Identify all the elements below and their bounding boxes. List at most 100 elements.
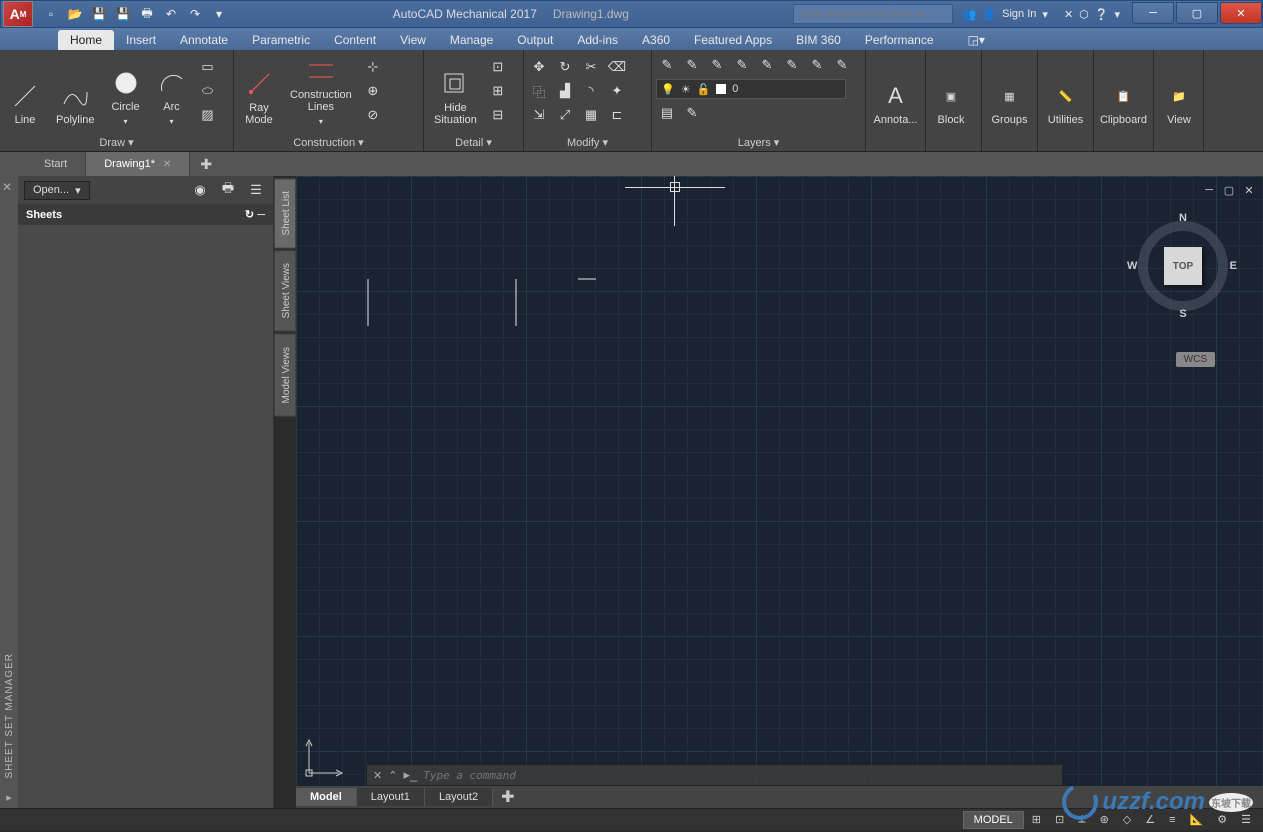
utilities-button[interactable]: 📏Utilities [1042,54,1089,130]
tab-featured[interactable]: Featured Apps [682,30,784,50]
circle-button[interactable]: Circle▾ [105,54,147,130]
sheet-open-dropdown[interactable]: Open...▾ [24,181,90,200]
hidesituation-button[interactable]: Hide Situation [428,54,483,130]
groups-button[interactable]: ▦Groups [986,54,1033,130]
doc-tab-add-button[interactable]: ✚ [190,152,222,177]
layer-tool2-icon[interactable]: ✎ [681,54,703,76]
search-input[interactable] [793,4,953,24]
canvas-close-icon[interactable]: ✕ [1241,182,1257,198]
viewcube-west[interactable]: W [1127,260,1137,272]
view-cube[interactable]: N S E W TOP [1133,216,1233,316]
layout-tab-model[interactable]: Model [296,788,357,806]
fillet-icon[interactable]: ◝ [580,80,602,102]
const-tool3-icon[interactable]: ⊘ [362,104,384,126]
clipboard-button[interactable]: 📋Clipboard [1098,54,1149,130]
trim-icon[interactable]: ✂ [580,56,602,78]
qat-new-icon[interactable]: ▫ [41,4,61,24]
layer-tool6-icon[interactable]: ✎ [781,54,803,76]
tab-bim360[interactable]: BIM 360 [784,30,853,50]
polyline-button[interactable]: Polyline [50,54,101,130]
offset-icon[interactable]: ⊏ [606,104,628,126]
share-icon[interactable]: ⬡ [1079,8,1089,21]
hatch-icon[interactable]: ▨ [197,104,219,126]
rotate-icon[interactable]: ↻ [554,56,576,78]
canvas-max-icon[interactable]: ▢ [1221,182,1237,198]
copy-icon[interactable]: ⿻ [528,80,550,102]
sheets-section-header[interactable]: Sheets ↻ ─ [18,204,273,225]
tab-output[interactable]: Output [505,30,565,50]
detail-tool2-icon[interactable]: ⊞ [487,80,509,102]
layer-tool5-icon[interactable]: ✎ [756,54,778,76]
rectangle-icon[interactable]: ▭ [197,56,219,78]
array-icon[interactable]: ▦ [580,104,602,126]
cmdline-close-icon[interactable]: ✕ [373,769,382,782]
side-tab-sheetlist[interactable]: Sheet List [274,178,296,248]
panel-layers-title[interactable]: Layers ▾ [656,134,861,151]
cmdline-recent-icon[interactable]: ⌃ [388,769,397,782]
status-grid-icon[interactable]: ⊞ [1026,811,1047,828]
qat-open-icon[interactable]: 📂 [65,4,85,24]
help-dropdown-icon[interactable]: ▾ [1114,8,1120,21]
const-tool2-icon[interactable]: ⊕ [362,80,384,102]
layer-prop-icon[interactable]: ▤ [656,102,678,124]
panel-draw-title[interactable]: Draw ▾ [4,134,229,151]
refresh-icon[interactable]: ↻ [245,209,254,221]
layer-tool8-icon[interactable]: ✎ [831,54,853,76]
drawing-canvas[interactable]: ─ ▢ ✕ N S E W TOP WCS ✕ ⌃ ▸_ Model Layou… [296,176,1263,808]
sheet-new-icon[interactable]: ◉ [189,179,211,201]
collapse-icon[interactable]: ─ [257,209,265,221]
infocenter-icon[interactable]: 👥 [963,8,977,21]
signin-dropdown-icon[interactable]: ▾ [1042,8,1048,21]
close-button[interactable]: ✕ [1220,2,1262,24]
panel-detail-title[interactable]: Detail ▾ [428,134,519,151]
maximize-button[interactable]: ▢ [1176,2,1218,24]
layer-tool1-icon[interactable]: ✎ [656,54,678,76]
scale-icon[interactable]: ⤢ [554,104,576,126]
layout-tab-layout2[interactable]: Layout2 [425,788,493,806]
annotation-button[interactable]: AAnnota... [870,54,921,130]
mirror-icon[interactable]: ▟ [554,80,576,102]
tab-parametric[interactable]: Parametric [240,30,322,50]
view-button[interactable]: 📁View [1158,54,1200,130]
detail-tool1-icon[interactable]: ⊡ [487,56,509,78]
tab-manage[interactable]: Manage [438,30,505,50]
status-model-button[interactable]: MODEL [963,811,1024,829]
help-icon[interactable]: ❔ [1095,8,1109,21]
move-icon[interactable]: ✥ [528,56,550,78]
tab-view[interactable]: View [388,30,438,50]
qat-saveas-icon[interactable]: 💾 [113,4,133,24]
doc-tab-drawing1[interactable]: Drawing1*✕ [86,152,190,176]
tab-addins[interactable]: Add-ins [565,30,630,50]
raymode-button[interactable]: Ray Mode [238,54,280,130]
detail-tool3-icon[interactable]: ⊟ [487,104,509,126]
viewcube-south[interactable]: S [1179,308,1186,320]
constlines-button[interactable]: Construction Lines▾ [284,54,358,130]
tab-a360[interactable]: A360 [630,30,682,50]
panel-modify-title[interactable]: Modify ▾ [528,134,647,151]
side-tab-sheetviews[interactable]: Sheet Views [274,250,296,331]
side-tab-modelviews[interactable]: Model Views [274,334,296,417]
panel-construction-title[interactable]: Construction ▾ [238,134,419,151]
viewcube-north[interactable]: N [1179,212,1187,224]
tab-home[interactable]: Home [58,30,114,50]
erase-icon[interactable]: ⌫ [606,56,628,78]
tab-annotate[interactable]: Annotate [168,30,240,50]
tab-insert[interactable]: Insert [114,30,168,50]
command-input[interactable] [423,769,1056,782]
qat-undo-icon[interactable]: ↶ [161,4,181,24]
wcs-badge[interactable]: WCS [1176,352,1215,367]
layout-tab-add[interactable]: ✚ [493,784,522,808]
explode-icon[interactable]: ✦ [606,80,628,102]
qat-dropdown-icon[interactable]: ▾ [209,4,229,24]
minimize-button[interactable]: ─ [1132,2,1174,24]
panel-close-icon[interactable]: ✕ [2,180,12,194]
qat-print-icon[interactable]: 🖶 [137,4,157,24]
layer-tool3-icon[interactable]: ✎ [706,54,728,76]
line-button[interactable]: Line [4,54,46,130]
layer-tool7-icon[interactable]: ✎ [806,54,828,76]
panel-pin-icon[interactable]: ▸ [2,787,16,808]
layer-tool4-icon[interactable]: ✎ [731,54,753,76]
block-button[interactable]: ▣Block [930,54,972,130]
qat-save-icon[interactable]: 💾 [89,4,109,24]
ribbon-collapse-icon[interactable]: ◲▾ [956,30,997,50]
